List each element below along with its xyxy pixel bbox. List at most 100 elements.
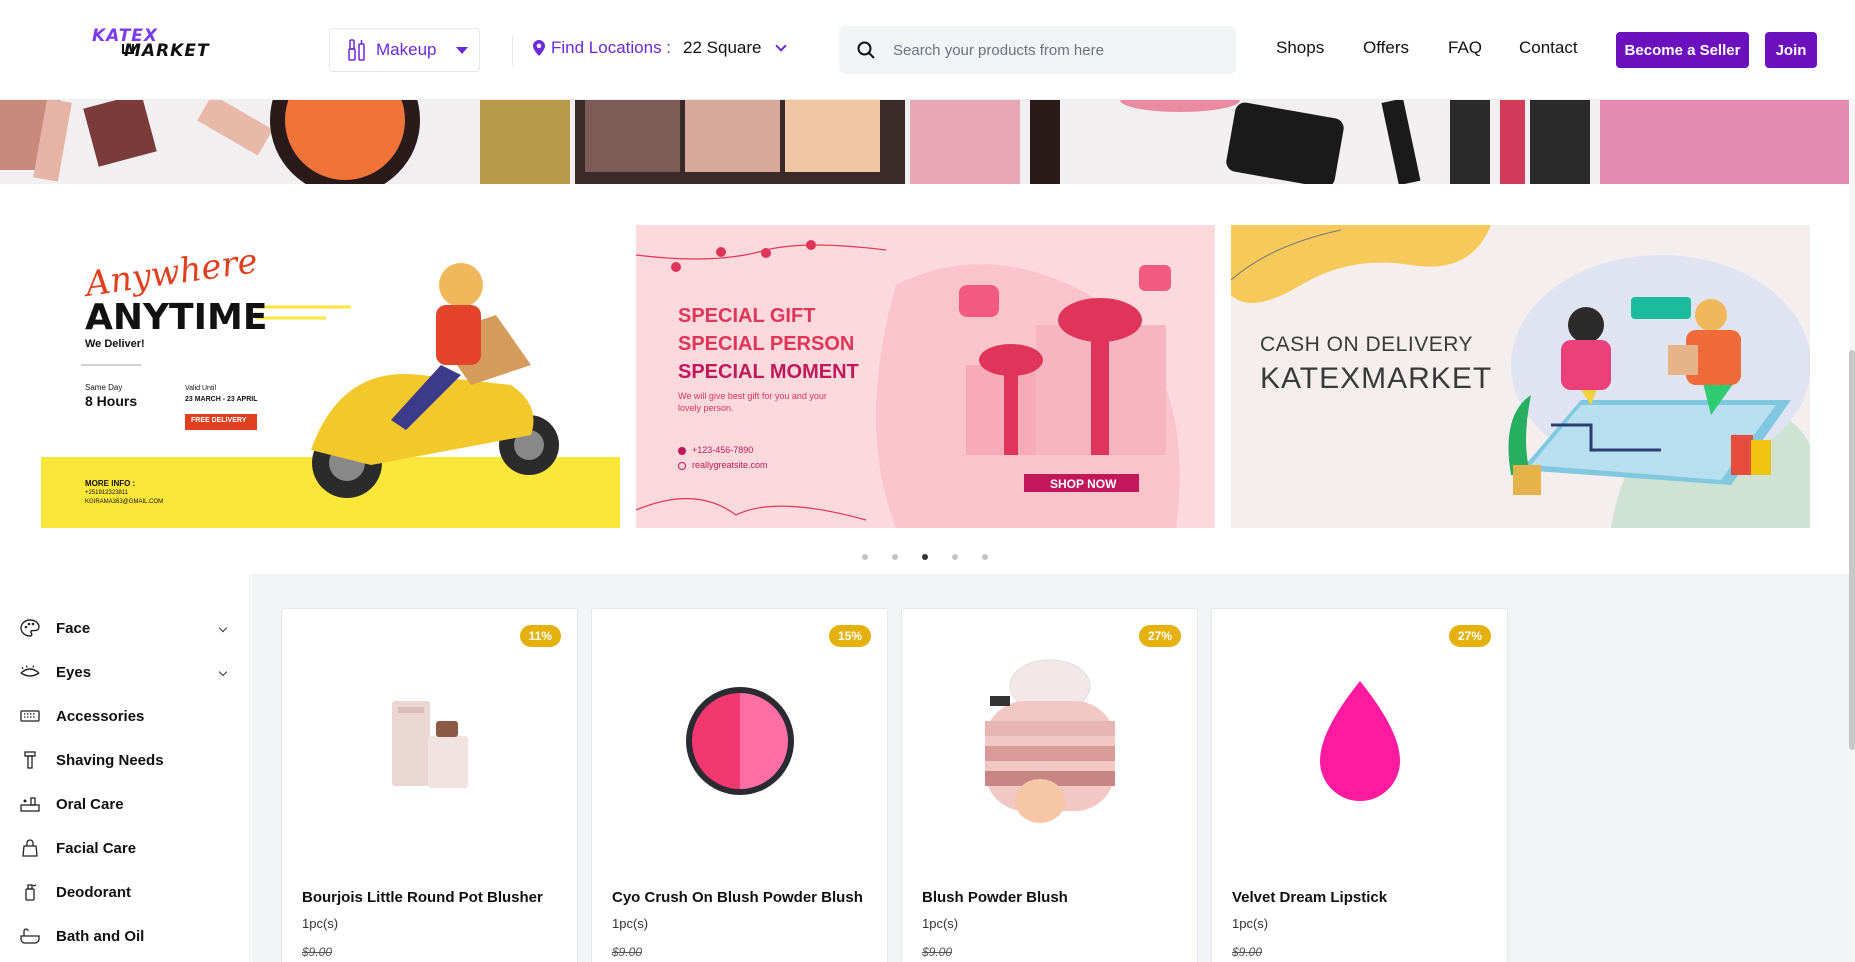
product-price: $9.00: [302, 945, 333, 959]
cod-banner[interactable]: CASH ON DELIVERY KATEXMARKET: [1231, 225, 1810, 528]
sidebar-item-label: Facial Care: [56, 839, 137, 857]
promo-carousel: Anywhere ANYTIME We Deliver! Same Day 8 …: [0, 184, 1855, 574]
chevron-down-icon: [218, 623, 228, 633]
map-pin-icon: [533, 40, 545, 56]
nav-shops[interactable]: Shops: [1276, 38, 1324, 58]
nav-offers[interactable]: Offers: [1363, 38, 1409, 58]
product-unit: 1pc(s): [922, 916, 959, 931]
sidebar-item-deodorant[interactable]: Deodorant: [20, 877, 220, 907]
hero-image-strip: [0, 100, 1849, 184]
sidebar-item-label: Oral Care: [56, 795, 124, 813]
scrollbar-thumb[interactable]: [1849, 350, 1855, 750]
gift-site: reallygreatsite.com: [692, 460, 768, 470]
discount-badge: 27%: [1448, 625, 1491, 647]
chevron-down-icon: [218, 667, 228, 677]
chevron-down-icon: [775, 40, 788, 52]
sidebar-item-face[interactable]: Face: [20, 613, 228, 643]
nav-faq[interactable]: FAQ: [1448, 38, 1482, 58]
logo[interactable]: KATEX MARKET: [92, 26, 228, 62]
product-price: $9.00: [922, 945, 953, 959]
cod-line1: CASH ON DELIVERY: [1260, 333, 1474, 356]
carousel-dot[interactable]: [982, 554, 988, 560]
same-day-value: 8 Hours: [85, 393, 138, 409]
become-seller-button[interactable]: Become a Seller: [1616, 32, 1749, 68]
search-icon[interactable]: [857, 41, 875, 59]
nav-contact[interactable]: Contact: [1519, 38, 1578, 58]
sidebar-item-label: Accessories: [56, 707, 145, 725]
sidebar-item-accessories[interactable]: Accessories: [20, 701, 220, 731]
location-selector[interactable]: Find Locations : 22 Square: [533, 38, 788, 58]
product-card[interactable]: 15% Cyo Crush On Blush Powder Blush 1pc(…: [591, 608, 888, 962]
product-name: Cyo Crush On Blush Powder Blush: [612, 889, 863, 906]
palette-icon: [20, 619, 40, 637]
bag-icon: [22, 839, 38, 857]
more-info-email: KGIRAMA363@GMAIL.COM: [85, 499, 164, 505]
carousel-dot[interactable]: [862, 554, 868, 560]
category-sidebar: Face Eyes Accessories Shaving Needs Oral…: [0, 574, 250, 962]
gift-line1: SPECIAL GIFT: [678, 305, 816, 327]
gift-subtext: We will give best gift for you and your …: [678, 391, 827, 413]
product-name: Velvet Dream Lipstick: [1232, 889, 1388, 906]
sidebar-item-bath-and-oil[interactable]: Bath and Oil: [20, 921, 220, 951]
carousel-dot[interactable]: [892, 554, 898, 560]
eye-icon: [20, 665, 40, 677]
page: KATEX MARKET Makeup Find Locations : 22 …: [0, 0, 1855, 962]
carousel-dot-active[interactable]: [922, 554, 928, 560]
page-scrollbar[interactable]: [1849, 100, 1855, 962]
location-label: Find Locations :: [551, 38, 672, 57]
category-label: Makeup: [376, 40, 437, 59]
keyboard-icon: [20, 710, 40, 722]
product-grid: 11% Bourjois Little Round Pot Blusher 1p…: [251, 574, 1855, 962]
spray-icon: [25, 884, 37, 901]
makeup-products-image: [0, 100, 1849, 184]
location-value: 22 Square: [683, 38, 762, 57]
caret-down-icon: [456, 46, 469, 54]
delivery-headline: ANYTIME: [85, 297, 268, 338]
discount-badge: 27%: [1138, 625, 1181, 647]
phone-icon: [678, 447, 686, 455]
product-price: $9.00: [612, 945, 643, 959]
gift-phone: +123-456-7890: [692, 445, 754, 455]
cod-line2: KATEXMARKET: [1260, 362, 1493, 395]
gift-line2: SPECIAL PERSON: [678, 333, 855, 355]
valid-until-value: 23 MARCH - 23 APRIL: [185, 396, 258, 403]
discount-badge: 15%: [828, 625, 871, 647]
header-divider: [512, 36, 513, 66]
more-info-phone: +251912323811: [85, 490, 129, 496]
sidebar-item-label: Eyes: [56, 663, 92, 681]
sidebar-item-facial-care[interactable]: Facial Care: [20, 833, 220, 863]
search-input[interactable]: [893, 41, 1213, 59]
delivery-tagline: We Deliver!: [85, 338, 145, 350]
product-unit: 1pc(s): [1232, 916, 1269, 931]
sidebar-item-label: Face: [56, 619, 91, 637]
shop-now-button[interactable]: SHOP NOW: [1050, 477, 1116, 491]
gift-line3: SPECIAL MOMENT: [678, 361, 859, 383]
gift-banner[interactable]: SPECIAL GIFT SPECIAL PERSON SPECIAL MOME…: [636, 225, 1215, 528]
free-delivery-badge: FREE DELIVERY: [191, 417, 247, 424]
same-day-label: Same Day: [85, 383, 123, 392]
logo-line2: MARKET: [124, 41, 210, 61]
product-card[interactable]: 27% Blush Powder Blush 1pc(s) $9.00: [901, 608, 1198, 962]
product-card[interactable]: 27% Velvet Dream Lipstick 1pc(s) $9.00: [1211, 608, 1508, 962]
category-dropdown-button[interactable]: Makeup: [329, 28, 480, 72]
join-button[interactable]: Join: [1765, 32, 1817, 68]
more-info-label: MORE INFO :: [85, 479, 136, 488]
discount-badge: 11%: [519, 625, 561, 647]
sidebar-item-shaving-needs[interactable]: Shaving Needs: [20, 745, 220, 775]
product-name: Bourjois Little Round Pot Blusher: [302, 889, 543, 906]
makeup-icon: [348, 39, 365, 61]
sidebar-item-label: Deodorant: [56, 883, 131, 901]
carousel-dots: [862, 554, 988, 560]
sidebar-item-oral-care[interactable]: Oral Care: [20, 789, 220, 819]
toothpaste-icon: [20, 797, 40, 812]
product-price: $9.00: [1232, 945, 1263, 959]
product-card[interactable]: 11% Bourjois Little Round Pot Blusher 1p…: [281, 608, 578, 962]
carousel-dot[interactable]: [952, 554, 958, 560]
sidebar-item-label: Bath and Oil: [56, 927, 145, 945]
product-image: [1270, 651, 1450, 831]
product-image: [650, 651, 830, 831]
sidebar-item-eyes[interactable]: Eyes: [20, 657, 228, 687]
delivery-banner[interactable]: Anywhere ANYTIME We Deliver! Same Day 8 …: [41, 225, 620, 528]
product-name: Blush Powder Blush: [922, 889, 1068, 906]
top-header: KATEX MARKET Makeup Find Locations : 22 …: [0, 0, 1855, 100]
